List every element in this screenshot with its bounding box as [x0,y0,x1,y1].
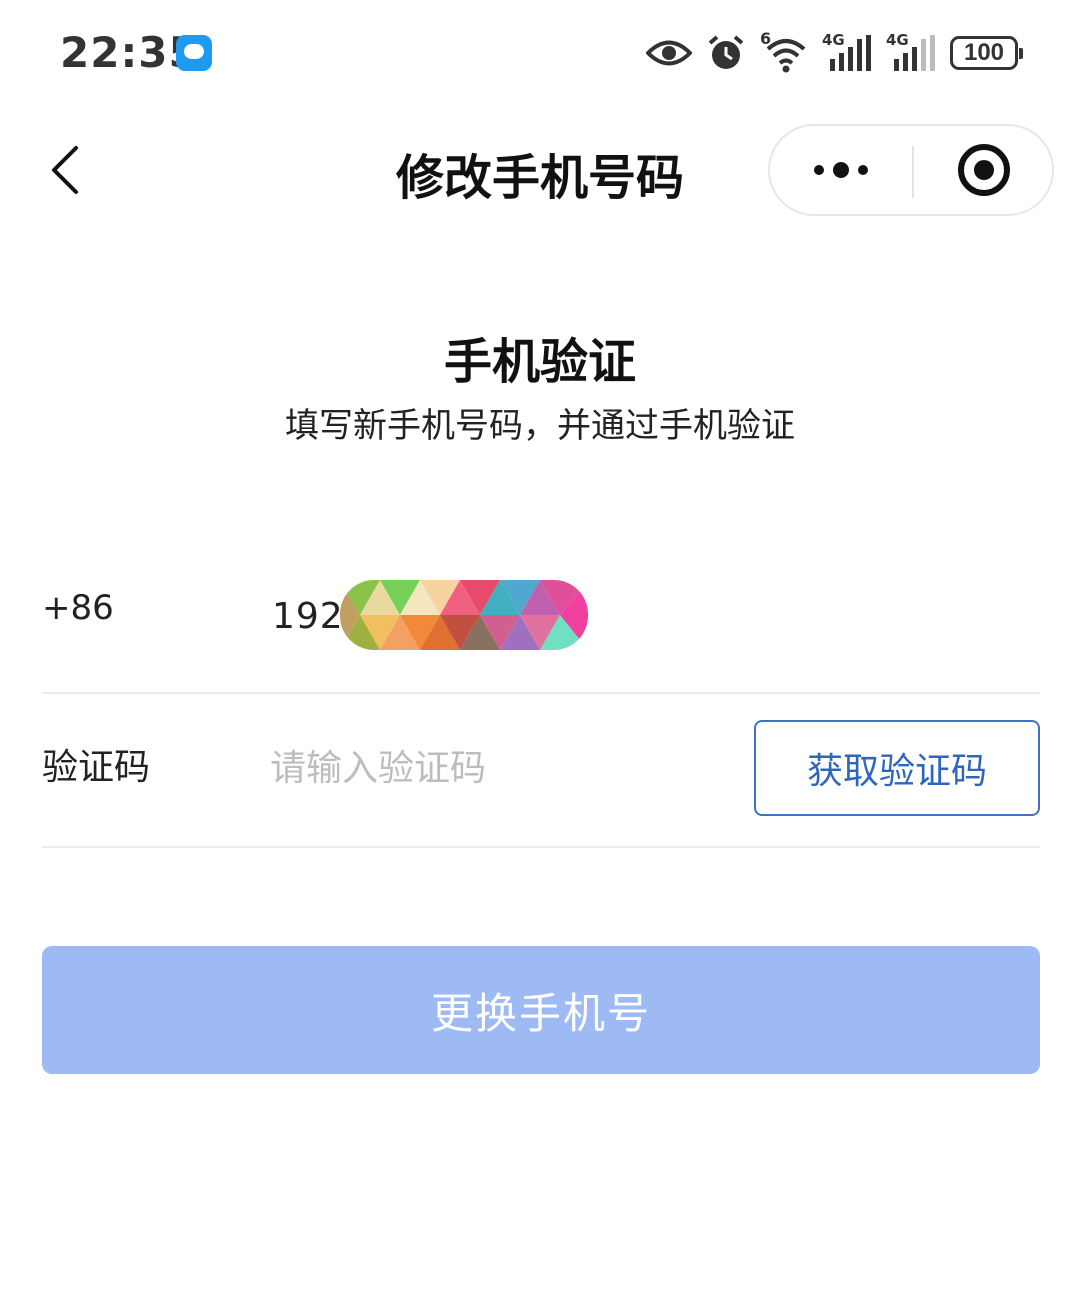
get-verification-code-button[interactable]: 获取验证码 [754,720,1040,816]
nav-bar: 修改手机号码 [0,110,1080,230]
cellular-signal-2: 4G [886,31,936,73]
battery-level: 100 [963,39,1005,66]
eye-icon [646,40,692,66]
country-code[interactable]: +86 [42,588,114,628]
phone-row: +86 192 [42,540,1040,692]
close-miniprogram-button[interactable] [914,126,1054,214]
more-dots-icon [814,165,824,175]
more-options-button[interactable] [770,126,912,214]
section-heading: 手机验证 [443,334,636,390]
target-icon-center [974,160,994,180]
wifi-indicator: 6 [760,29,808,73]
alarm-icon [708,35,744,69]
message-notification-icon [176,35,212,71]
wifi-icon [766,39,806,73]
row-divider [42,846,1040,848]
battery-icon: 100 [950,36,1023,70]
signal-bars-weak-icon [894,35,935,71]
verification-code-label: 验证码 [42,747,151,788]
redaction-mask [340,580,588,650]
more-dot-right [858,165,868,175]
miniprogram-capsule [768,124,1054,216]
section-subtitle: 填写新手机号码，并通过手机验证 [285,406,795,446]
redaction-pattern [340,580,588,650]
verification-code-input[interactable] [270,740,710,796]
signal-bars-icon [830,35,871,71]
target-icon [958,144,1010,196]
more-dot-center [833,162,849,178]
change-phone-button[interactable]: 更换手机号 [42,946,1040,1074]
verification-code-row: 验证码 获取验证码 [42,694,1040,846]
back-button[interactable] [30,132,100,208]
phone-number-field[interactable]: 192 [272,596,344,637]
status-icons: 6 4G 4G 100 [646,29,1023,76]
status-bar: 22:35 6 4G 4G 100 [0,0,1080,105]
chevron-left-icon [52,146,78,194]
cellular-signal-1: 4G [822,31,872,73]
